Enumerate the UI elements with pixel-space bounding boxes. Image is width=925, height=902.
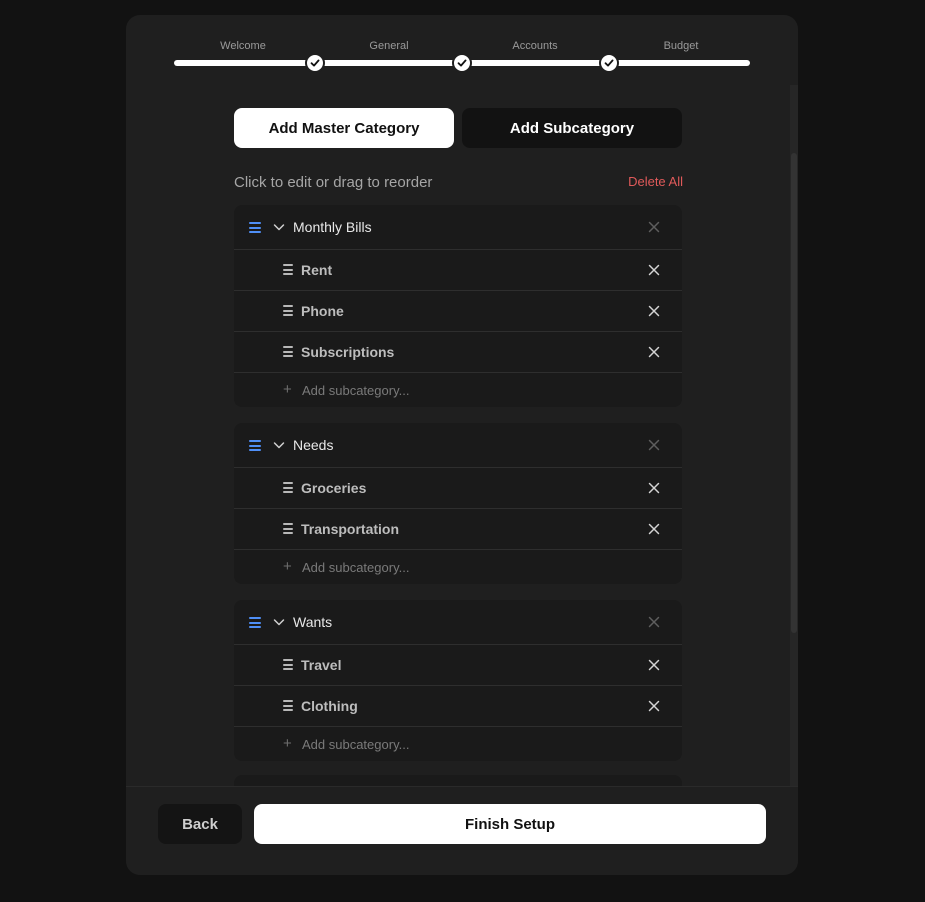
close-icon[interactable] xyxy=(646,262,662,278)
add-subcategory-placeholder[interactable]: Add subcategory... xyxy=(302,737,409,752)
scrollbar-track[interactable] xyxy=(790,85,798,787)
scrollbar-thumb[interactable] xyxy=(791,153,797,633)
drag-handle-icon[interactable] xyxy=(283,482,293,493)
setup-panel: Welcome General Accounts Budget Add Mast… xyxy=(126,15,798,875)
close-icon[interactable] xyxy=(646,698,662,714)
add-subcategory-row[interactable]: + Add subcategory... xyxy=(234,550,682,584)
category-header[interactable]: Monthly Bills xyxy=(234,205,682,250)
drag-handle-icon[interactable] xyxy=(283,700,293,711)
category-mode-tabs: Add Master Category Add Subcategory xyxy=(234,108,682,148)
reorder-hint: Click to edit or drag to reorder xyxy=(234,174,433,191)
drag-handle-icon[interactable] xyxy=(283,305,293,316)
category-header[interactable]: Wants xyxy=(234,600,682,645)
subcategory-row[interactable]: Travel xyxy=(234,645,682,686)
add-subcategory-placeholder[interactable]: Add subcategory... xyxy=(302,383,409,398)
close-icon[interactable] xyxy=(646,437,662,453)
add-subcategory-row[interactable]: + Add subcategory... xyxy=(234,373,682,407)
subcategory-name[interactable]: Groceries xyxy=(301,480,366,496)
wizard-footer: Back Finish Setup xyxy=(126,786,798,875)
subcategory-name[interactable]: Subscriptions xyxy=(301,344,394,360)
drag-handle-icon[interactable] xyxy=(283,523,293,534)
plus-icon: + xyxy=(283,381,292,398)
delete-all-button[interactable]: Delete All xyxy=(623,174,683,189)
drag-handle-icon[interactable] xyxy=(283,346,293,357)
drag-handle-icon[interactable] xyxy=(283,264,293,275)
subcategory-row[interactable]: Transportation xyxy=(234,509,682,550)
subcategory-row[interactable]: Phone xyxy=(234,291,682,332)
subcategory-row[interactable]: Groceries xyxy=(234,468,682,509)
subcategory-name[interactable]: Phone xyxy=(301,303,344,319)
subcategory-row[interactable]: Clothing xyxy=(234,686,682,727)
chevron-down-icon[interactable] xyxy=(273,439,285,451)
add-subcategory-placeholder[interactable]: Add subcategory... xyxy=(302,560,409,575)
close-icon[interactable] xyxy=(646,614,662,630)
category-name[interactable]: Monthly Bills xyxy=(293,219,372,235)
drag-handle-icon[interactable] xyxy=(249,617,261,628)
plus-icon: + xyxy=(283,558,292,575)
add-master-category-button[interactable]: Add Master Category xyxy=(234,108,454,148)
subcategory-row[interactable]: Rent xyxy=(234,250,682,291)
category-card: Wants Travel Clothing + Add subcategory.… xyxy=(234,600,682,761)
close-icon[interactable] xyxy=(646,521,662,537)
back-button[interactable]: Back xyxy=(158,804,242,844)
drag-handle-icon[interactable] xyxy=(249,222,261,233)
close-icon[interactable] xyxy=(646,303,662,319)
chevron-down-icon[interactable] xyxy=(273,221,285,233)
step-label-accounts: Accounts xyxy=(512,40,558,52)
subcategory-row[interactable]: Subscriptions xyxy=(234,332,682,373)
subcategory-name[interactable]: Rent xyxy=(301,262,332,278)
step-label-general: General xyxy=(369,40,409,52)
chevron-down-icon[interactable] xyxy=(273,616,285,628)
category-card: Monthly Bills Rent Phone Subscriptions +… xyxy=(234,205,682,407)
add-subcategory-button[interactable]: Add Subcategory xyxy=(462,108,682,148)
subcategory-name[interactable]: Travel xyxy=(301,657,341,673)
close-icon[interactable] xyxy=(646,480,662,496)
add-subcategory-row[interactable]: + Add subcategory... xyxy=(234,727,682,761)
check-icon xyxy=(305,53,325,73)
check-icon xyxy=(452,53,472,73)
subcategory-name[interactable]: Clothing xyxy=(301,698,358,714)
check-icon xyxy=(599,53,619,73)
progress-stepper: Welcome General Accounts Budget xyxy=(174,39,750,79)
category-card: Needs Groceries Transportation + Add sub… xyxy=(234,423,682,584)
close-icon[interactable] xyxy=(646,657,662,673)
finish-setup-button[interactable]: Finish Setup xyxy=(254,804,766,844)
category-name[interactable]: Needs xyxy=(293,437,333,453)
category-name[interactable]: Wants xyxy=(293,614,332,630)
close-icon[interactable] xyxy=(646,219,662,235)
category-header[interactable]: Needs xyxy=(234,423,682,468)
plus-icon: + xyxy=(283,735,292,752)
step-label-budget: Budget xyxy=(663,40,699,52)
subcategory-name[interactable]: Transportation xyxy=(301,521,399,537)
drag-handle-icon[interactable] xyxy=(283,659,293,670)
step-label-welcome: Welcome xyxy=(220,40,266,52)
close-icon[interactable] xyxy=(646,344,662,360)
drag-handle-icon[interactable] xyxy=(249,440,261,451)
